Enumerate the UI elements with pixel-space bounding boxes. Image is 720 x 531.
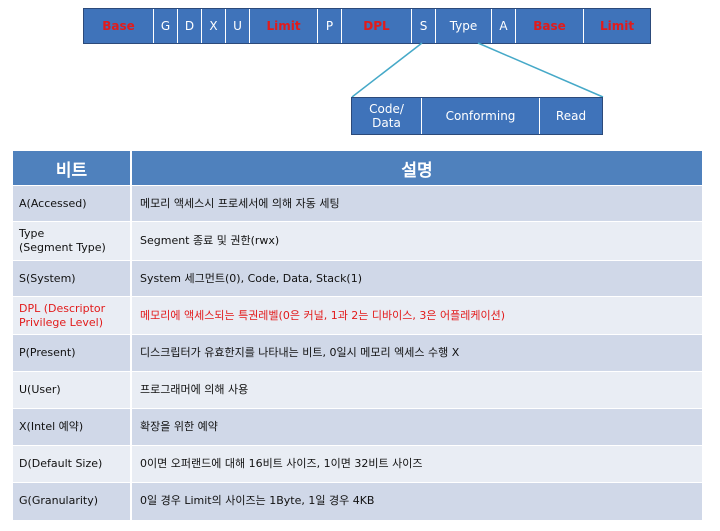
field-base-high: Base [84,9,154,43]
field-d: D [178,9,202,43]
table-row: A(Accessed) 메모리 액세스시 프로세서에 의해 자동 세팅 [13,185,702,222]
field-dpl: DPL [342,9,412,43]
bit-description-cell: 0일 경우 Limit의 사이즈는 1Byte, 1일 경우 4KB [131,482,702,520]
table-row: P(Present) 디스크립터가 유효한지를 나타내는 비트, 0일시 메모리 … [13,334,702,372]
table-row: S(System) System 세그먼트(0), Code, Data, Sta… [13,260,702,297]
field-type: Type [436,9,492,43]
bit-name-cell: S(System) [13,260,132,297]
header-bit: 비트 [13,151,132,186]
table-row: U(User) 프로그래머에 의해 사용 [13,371,702,409]
field-u: U [226,9,250,43]
table-row: DPL (Descriptor Privilege Level) 메모리에 액세스… [13,296,702,335]
bit-description-cell: 프로그래머에 의해 사용 [131,371,702,409]
bit-description-cell: 메모리에 액세스되는 특권레벨(0은 커널, 1과 2는 디바이스, 3은 어플… [131,296,702,335]
bit-name-cell: A(Accessed) [13,185,132,222]
table-row: Type (Segment Type) Segment 종료 및 권한(rwx) [13,221,702,261]
table-row: X(Intel 예약) 확장을 위한 예약 [13,408,702,446]
bit-description-cell: 메모리 액세스시 프로세서에 의해 자동 세팅 [131,185,702,222]
bit-name-cell: X(Intel 예약) [13,408,132,446]
bit-name-cell: Type (Segment Type) [13,221,132,261]
table-header-row: 비트 설명 [13,151,702,186]
bit-name-cell: P(Present) [13,334,132,372]
bit-name-cell: D(Default Size) [13,445,132,483]
field-a: A [492,9,516,43]
bit-description-cell: 0이면 오퍼랜드에 대해 16비트 사이즈, 1이면 32비트 사이즈 [131,445,702,483]
bit-description-cell: 디스크립터가 유효한지를 나타내는 비트, 0일시 메모리 엑세스 수행 X [131,334,702,372]
table-row: D(Default Size) 0이면 오퍼랜드에 대해 16비트 사이즈, 1이… [13,445,702,483]
bit-name-cell: DPL (Descriptor Privilege Level) [13,296,132,335]
bit-name-cell: U(User) [13,371,132,409]
field-limit-low: Limit [599,19,635,33]
field-limit-high: Limit [250,9,318,43]
table-body: A(Accessed) 메모리 액세스시 프로세서에 의해 자동 세팅 Type (… [13,185,702,520]
type-code-data: Code/ Data [352,98,422,134]
field-x: X [202,9,226,43]
descriptor-diagram: Base G D X U Limit P DPL S Type A Base L… [0,0,720,531]
field-s: S [412,9,436,43]
bit-description-table: 비트 설명 A(Accessed) 메모리 액세스시 프로세서에 의해 자동 세팅… [13,151,702,520]
header-description: 설명 [131,151,702,186]
field-base-low: Base [516,9,584,43]
type-detail-bar: Code/ Data Conforming Read [351,97,603,135]
type-conforming: Conforming [422,98,540,134]
bit-description-cell: 확장을 위한 예약 [131,408,702,446]
bit-description-cell: Segment 종료 및 권한(rwx) [131,221,702,261]
bit-name-cell: G(Granularity) [13,482,132,520]
type-read: Read [555,109,587,123]
table-row: G(Granularity) 0일 경우 Limit의 사이즈는 1Byte, 1… [13,482,702,520]
bit-description-cell: System 세그먼트(0), Code, Data, Stack(1) [131,260,702,297]
field-p: P [318,9,342,43]
field-g: G [154,9,178,43]
segment-descriptor-bar: Base G D X U Limit P DPL S Type A Base L… [83,8,651,44]
